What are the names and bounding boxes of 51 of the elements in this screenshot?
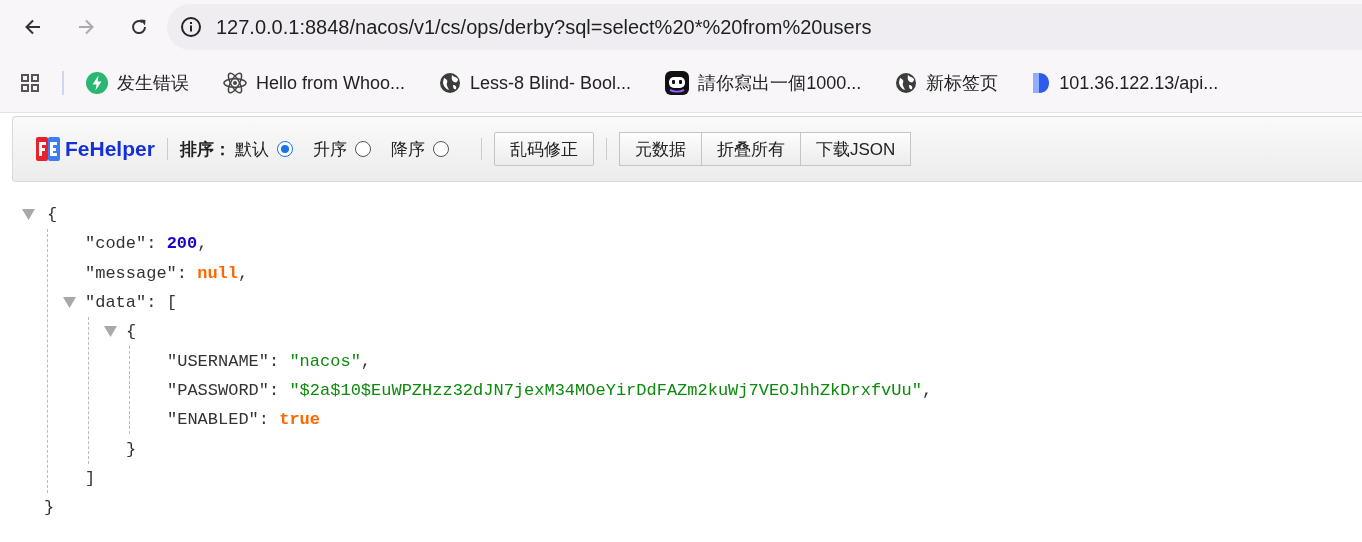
json-key: "code": <box>85 234 167 254</box>
collapse-toggle-icon[interactable] <box>22 209 35 221</box>
json-key: "USERNAME": <box>167 351 290 371</box>
json-value: "nacos", <box>289 351 372 371</box>
bookmark-logo-icon <box>1032 72 1051 94</box>
json-bracket: } <box>126 439 137 459</box>
json-bracket: { <box>126 322 137 342</box>
json-value: true <box>279 410 321 430</box>
sort-label: 排序： <box>179 138 231 161</box>
radio-button[interactable] <box>354 141 371 157</box>
bookmark[interactable]: Hello from Whoo... <box>223 71 406 95</box>
toolbar-button[interactable]: 元数据 <box>618 132 702 166</box>
fix-encoding-button[interactable]: 乱码修正 <box>493 132 594 166</box>
sort-option-label: 升序 <box>312 138 347 161</box>
json-key: "PASSWORD": <box>167 380 290 400</box>
info-icon[interactable] <box>180 16 202 38</box>
json-key: "data": <box>85 293 167 313</box>
bolt-icon <box>86 72 108 94</box>
json-bracket: { <box>47 205 58 225</box>
url-text: 127.0.0.1:8848/nacos/v1/cs/ops/derby?sql=select%20*%20from%20users <box>216 15 872 39</box>
bookmark[interactable]: 新标签页 <box>895 71 999 95</box>
bookmark[interactable]: 101.36.122.13/api... <box>1032 72 1219 94</box>
json-value: null, <box>197 263 249 283</box>
toolbar-button[interactable]: 折叠所有 <box>701 132 801 166</box>
brand-name: FeHelper <box>65 137 155 161</box>
json-key: "message": <box>85 263 198 283</box>
atom-icon <box>223 71 247 95</box>
toolbar-button[interactable]: 下载JSON <box>800 132 912 166</box>
json-bracket: } <box>44 498 55 518</box>
json-bracket: [ <box>166 293 177 313</box>
bookmark[interactable]: 請你寫出一個1000... <box>665 71 862 95</box>
json-key: "ENABLED": <box>167 410 280 430</box>
apps-icon[interactable] <box>20 73 40 93</box>
collapse-toggle-icon[interactable] <box>63 297 76 309</box>
reload-icon[interactable] <box>129 17 149 37</box>
json-bracket: ] <box>85 468 96 488</box>
radio-button[interactable] <box>276 141 293 157</box>
back-icon[interactable] <box>23 17 43 37</box>
globe-icon <box>895 72 918 94</box>
collapse-toggle-icon[interactable] <box>104 326 117 338</box>
json-value: "$2a$10$EuWPZHzz32dJN7jexM34MOeYirDdFAZm2kuWj7VEOJhhZkDrxfvUu", <box>289 380 933 400</box>
globe-icon <box>439 72 462 94</box>
address-bar[interactable]: 127.0.0.1:8848/nacos/v1/cs/ops/derby?sql=select%20*%20from%20users <box>167 4 1362 50</box>
bookmark[interactable]: Less-8 Blind- Bool... <box>439 72 632 94</box>
bookmark[interactable]: 发生错误 <box>86 71 189 95</box>
sort-option-label: 降序 <box>390 138 425 161</box>
json-value: 200, <box>166 234 208 254</box>
fehelper-logo-icon <box>36 137 60 161</box>
robot-icon <box>665 71 690 95</box>
radio-button[interactable] <box>432 141 449 157</box>
sort-option-label: 默认 <box>234 138 269 161</box>
